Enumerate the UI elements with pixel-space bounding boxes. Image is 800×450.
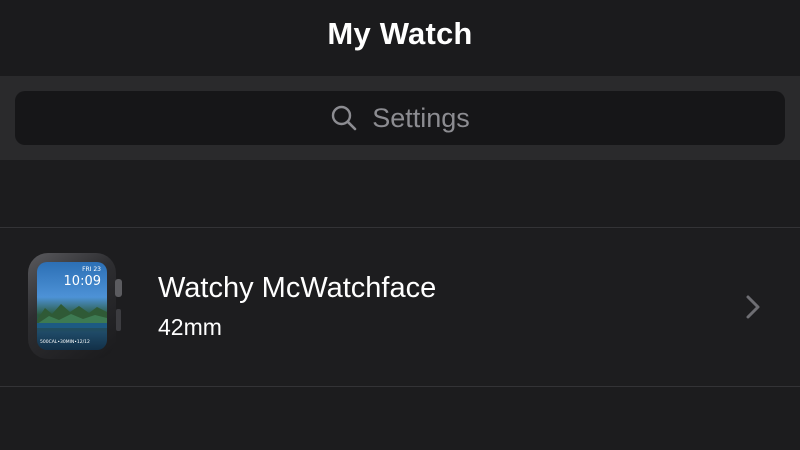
watch-thumbnail: FRI 23 10:09 500CAL•30MIN•12/12 bbox=[28, 253, 122, 359]
search-icon bbox=[330, 104, 358, 132]
device-list-item[interactable]: FRI 23 10:09 500CAL•30MIN•12/12 Watchy M… bbox=[0, 229, 800, 387]
watch-side-button bbox=[116, 309, 121, 331]
search-input[interactable]: Settings bbox=[15, 91, 785, 145]
device-size: 42mm bbox=[158, 314, 222, 340]
search-placeholder: Settings bbox=[372, 102, 470, 133]
watch-face-screen: FRI 23 10:09 500CAL•30MIN•12/12 bbox=[37, 262, 107, 350]
search-bar-container: Settings bbox=[0, 76, 800, 160]
watch-date: FRI 23 bbox=[82, 266, 101, 273]
watch-crown bbox=[115, 279, 122, 297]
watch-case: FRI 23 10:09 500CAL•30MIN•12/12 bbox=[28, 253, 116, 359]
section-spacer bbox=[0, 160, 800, 228]
mountain-landscape-image bbox=[37, 304, 107, 328]
page-title: My Watch bbox=[327, 16, 473, 51]
bottom-background bbox=[0, 388, 800, 450]
device-name: Watchy McWatchface bbox=[158, 272, 437, 304]
watch-time: 10:09 bbox=[63, 274, 101, 289]
navigation-bar: My Watch bbox=[0, 0, 800, 76]
chevron-right-icon bbox=[744, 293, 762, 321]
watch-complications: 500CAL•30MIN•12/12 bbox=[40, 340, 90, 345]
